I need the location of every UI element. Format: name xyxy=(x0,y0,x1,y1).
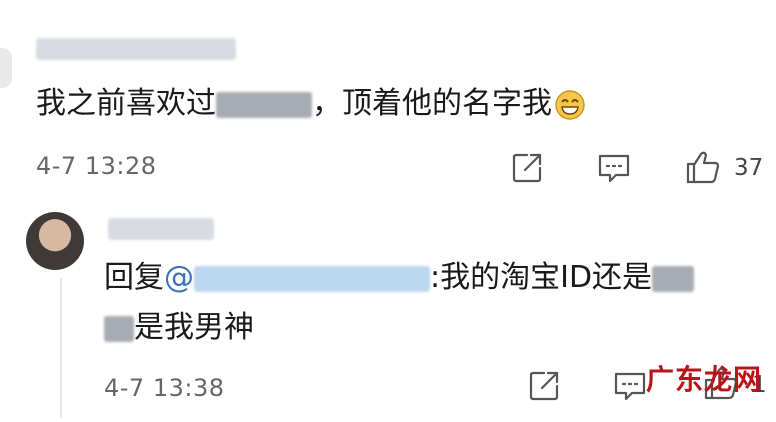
reply-timestamp: 4-7 13:38 xyxy=(104,374,225,402)
comment-text-suffix: ，顶着他的名字我 xyxy=(312,86,552,121)
like-count: 37 xyxy=(734,155,764,181)
thread-line xyxy=(60,278,62,418)
reply-icon[interactable] xyxy=(594,148,634,188)
comment-left-edge xyxy=(0,48,12,88)
grin-emoji-icon xyxy=(554,89,586,121)
reply-reply-icon[interactable] xyxy=(610,366,650,406)
comment-username-blurred[interactable] xyxy=(36,38,236,60)
comment-text-prefix: 我之前喜欢过 xyxy=(36,86,216,121)
reply-prefix: 回复 xyxy=(104,260,164,295)
reply-mention-name-blurred[interactable] xyxy=(194,265,430,292)
watermark: 广东龙网 xyxy=(645,363,762,396)
comment-text: 我之前喜欢过 ，顶着他的名字我 xyxy=(36,82,586,126)
avatar[interactable] xyxy=(26,212,84,270)
reply-text-after-name: :我的淘宝ID还是 xyxy=(430,260,653,295)
reply-line2-text: 是我男神 xyxy=(134,310,254,345)
like-icon[interactable] xyxy=(682,146,724,188)
reply-mention-at[interactable]: @ xyxy=(164,260,194,295)
comment-timestamp: 4-7 13:28 xyxy=(36,152,157,180)
reply-text-line2: 是我男神 xyxy=(104,306,254,350)
reply-blurred-id-cont xyxy=(104,315,134,342)
reply-share-icon[interactable] xyxy=(524,366,564,406)
comment-blurred-name xyxy=(216,91,312,118)
reply-username-blurred[interactable] xyxy=(108,218,214,240)
reply-text-line1: 回复@ :我的淘宝ID还是 xyxy=(104,256,695,300)
reply-blurred-id xyxy=(652,265,695,292)
share-icon[interactable] xyxy=(507,148,547,188)
